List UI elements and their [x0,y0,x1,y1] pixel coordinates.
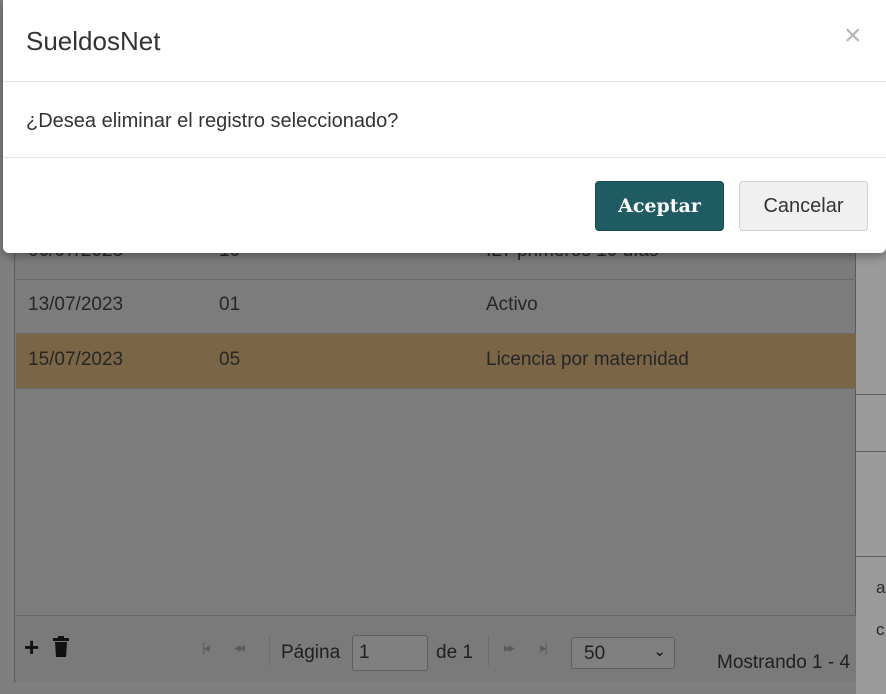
table-row[interactable]: 13/07/2023 01 Activo [16,279,856,334]
divider [856,556,886,557]
last-page-icon[interactable]: ▸| [540,640,548,656]
cell-code: 01 [219,294,241,315]
first-page-icon[interactable]: |◂ [202,640,210,656]
dialog-message: ¿Desea eliminar el registro seleccionado… [26,110,399,132]
cell-date: 15/07/2023 [28,349,124,370]
divider [856,394,886,395]
confirm-dialog: SueldosNet × ¿Desea eliminar el registro… [3,0,886,253]
previous-page-icon[interactable]: ◂◂ [234,640,245,656]
footer-divider [3,157,886,158]
cell-code: 05 [219,349,241,370]
cell-description: Activo [486,294,538,315]
truncated-text: a [876,578,886,597]
truncated-text: c [876,620,885,639]
table-row-selected[interactable]: 15/07/2023 05 Licencia por maternidad [16,334,856,389]
page-size-select[interactable]: 50 ⌄ [571,637,675,669]
dialog-title: SueldosNet [26,26,161,56]
cell-description: Licencia por maternidad [486,349,689,370]
grid-pager: + |◂ ◂◂ Página 1 de 1 ▸▸ ▸| 50 ⌄ Mostran… [16,615,856,682]
trash-icon[interactable] [52,636,70,664]
divider [856,451,886,452]
records-summary: Mostrando 1 - 4 [717,652,851,673]
plus-icon[interactable]: + [24,632,39,663]
page-label: Página [281,642,341,663]
accept-button[interactable]: Aceptar [595,181,724,231]
separator [488,636,489,666]
header-divider [3,81,886,82]
next-page-icon[interactable]: ▸▸ [504,640,515,656]
chevron-down-icon: ⌄ [653,643,666,660]
cancel-button[interactable]: Cancelar [739,181,868,231]
page-count-label: de 1 [436,642,473,663]
close-icon[interactable]: × [844,19,862,53]
cell-date: 13/07/2023 [28,294,124,315]
page-number-input[interactable]: 1 [352,635,428,671]
separator [269,636,270,666]
page-size-value: 50 [584,643,606,664]
